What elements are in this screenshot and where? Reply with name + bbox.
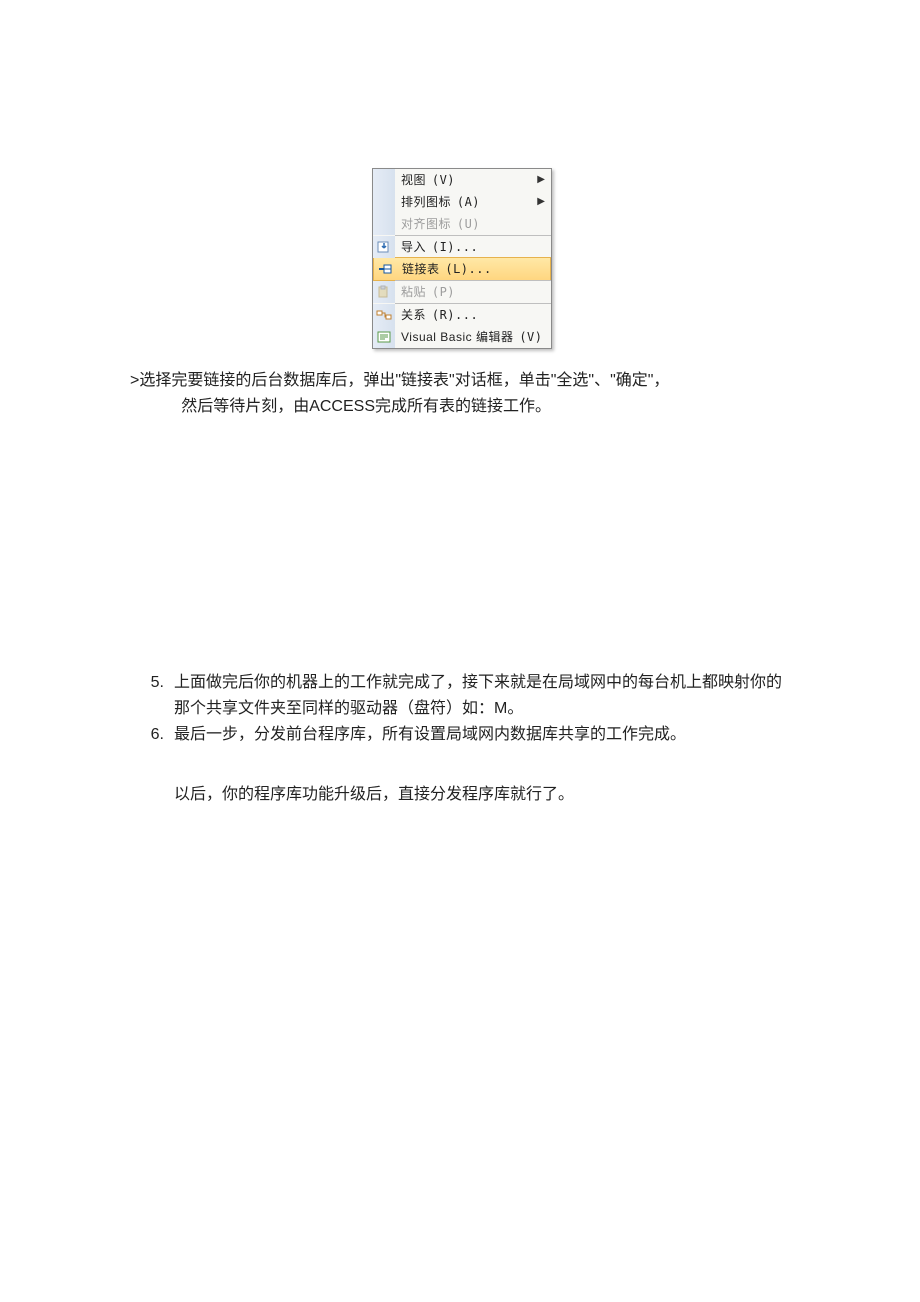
menu-hotkey: (L)... (443, 262, 491, 276)
list-text: 上面做完后你的机器上的工作就完成了，接下来就是在局域网中的每台机上都映射你的那个… (174, 670, 790, 722)
menu-label: 视图 (401, 173, 426, 187)
menu-label: 链接表 (402, 262, 440, 276)
import-icon (373, 236, 395, 258)
menu-label: 排列图标 (401, 195, 451, 209)
paste-icon (373, 281, 395, 303)
blank-icon (373, 169, 395, 191)
menu-item-relations[interactable]: 关系 (R)... (373, 304, 551, 326)
menu-hotkey: (R)... (430, 308, 478, 322)
list-item: 5. 上面做完后你的机器上的工作就完成了，接下来就是在局域网中的每台机上都映射你… (130, 670, 790, 722)
menu-hotkey: (V) (517, 330, 542, 344)
menu-item-view[interactable]: 视图 (V) ▶ (373, 169, 551, 191)
menu-hotkey: (V) (430, 173, 455, 187)
context-menu-list: 视图 (V) ▶ 排列图标 (A) ▶ 对齐图标 (U) (372, 168, 552, 349)
blank-icon (373, 191, 395, 213)
closing-paragraph: 以后，你的程序库功能升级后，直接分发程序库就行了。 (130, 782, 790, 808)
vbe-icon (373, 326, 395, 348)
blank-icon (373, 213, 395, 235)
list-number: 5. (130, 670, 174, 722)
relations-icon (373, 304, 395, 326)
submenu-arrow-icon: ▶ (533, 175, 545, 185)
paragraph-after-menu: >选择完要链接的后台数据库后，弹出"链接表"对话框，单击"全选"、"确定"， 然… (130, 368, 790, 420)
menu-hotkey: (U) (455, 217, 480, 231)
menu-hotkey: (A) (455, 195, 480, 209)
menu-item-link-table[interactable]: 链接表 (L)... (373, 257, 551, 281)
menu-item-align-icons: 对齐图标 (U) (373, 213, 551, 235)
list-number: 6. (130, 722, 174, 748)
menu-item-vbe[interactable]: Visual Basic 编辑器 (V) (373, 326, 551, 348)
menu-item-paste: 粘贴 (P) (373, 281, 551, 303)
menu-item-import[interactable]: 导入 (I)... (373, 236, 551, 258)
list-item: 6. 最后一步，分发前台程序库，所有设置局域网内数据库共享的工作完成。 (130, 722, 790, 748)
link-table-icon (374, 258, 396, 280)
menu-item-arrange-icons[interactable]: 排列图标 (A) ▶ (373, 191, 551, 213)
submenu-arrow-icon: ▶ (533, 197, 545, 207)
menu-label: 粘贴 (401, 285, 426, 299)
menu-label: 关系 (401, 308, 426, 322)
menu-label: 导入 (401, 240, 426, 254)
menu-label: Visual Basic 编辑器 (401, 330, 513, 344)
menu-hotkey: (P) (430, 285, 455, 299)
context-menu: 视图 (V) ▶ 排列图标 (A) ▶ 对齐图标 (U) (372, 168, 552, 349)
paragraph-line: 以后，你的程序库功能升级后，直接分发程序库就行了。 (130, 782, 790, 808)
menu-label: 对齐图标 (401, 217, 451, 231)
numbered-list: 5. 上面做完后你的机器上的工作就完成了，接下来就是在局域网中的每台机上都映射你… (130, 670, 790, 748)
menu-hotkey: (I)... (430, 240, 478, 254)
paragraph-line: >选择完要链接的后台数据库后，弹出"链接表"对话框，单击"全选"、"确定"， (130, 368, 790, 394)
paragraph-line: 然后等待片刻，由ACCESS完成所有表的链接工作。 (130, 394, 790, 420)
list-text: 最后一步，分发前台程序库，所有设置局域网内数据库共享的工作完成。 (174, 722, 790, 748)
